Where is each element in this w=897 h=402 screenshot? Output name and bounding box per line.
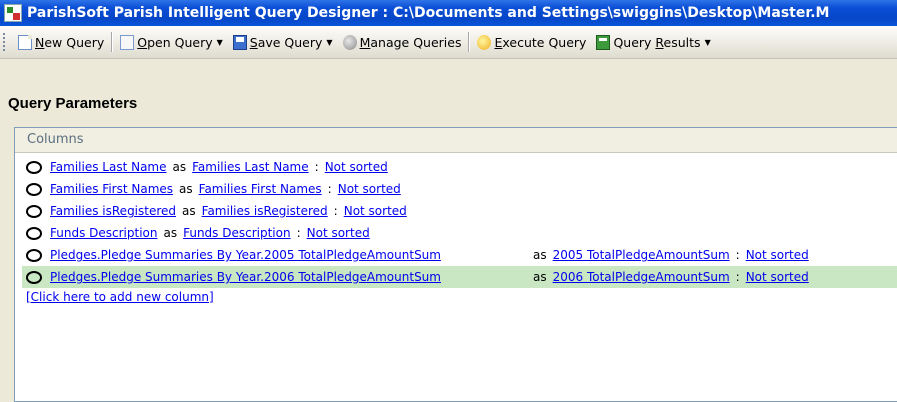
save-query-label: Save Query — [249, 34, 323, 50]
colon-separator: : — [735, 248, 740, 262]
field-link[interactable]: Pledges.Pledge Summaries By Year.2005 To… — [50, 248, 441, 262]
open-query-dropdown-icon[interactable]: ▼ — [217, 38, 223, 47]
row-radio[interactable] — [26, 160, 42, 174]
open-query-label: Open Query — [137, 34, 213, 50]
colon-separator: : — [735, 270, 740, 284]
field-link[interactable]: Families isRegistered — [50, 204, 176, 218]
column-rows: Families Last Name as Families Last Name… — [22, 156, 897, 306]
columns-header: Columns — [15, 128, 897, 153]
execute-query-button[interactable]: Execute Query — [472, 30, 591, 54]
columns-panel: Columns Families Last Name as Families L… — [14, 127, 897, 402]
new-document-icon — [18, 34, 32, 50]
colon-separator: : — [327, 182, 332, 196]
sort-link[interactable]: Not sorted — [325, 160, 388, 174]
colon-separator: : — [296, 226, 301, 240]
field-link[interactable]: Families First Names — [50, 182, 173, 196]
toolbar-grip[interactable] — [3, 33, 9, 51]
sort-link[interactable]: Not sorted — [307, 226, 370, 240]
alias-group: as 2006 TotalPledgeAmountSum : Not sorte… — [527, 270, 809, 284]
as-label: as — [179, 182, 193, 196]
sort-link[interactable]: Not sorted — [746, 248, 809, 262]
toolbar-separator — [468, 32, 471, 52]
sort-link[interactable]: Not sorted — [344, 204, 407, 218]
manage-queries-label: Manage Queries — [359, 34, 462, 50]
row-radio[interactable] — [26, 226, 42, 240]
column-row: Families First Names as Families First N… — [22, 178, 897, 200]
query-results-label: Query Results — [613, 34, 701, 50]
save-query-dropdown-icon[interactable]: ▼ — [326, 38, 332, 47]
column-row: Pledges.Pledge Summaries By Year.2005 To… — [22, 244, 897, 266]
row-radio[interactable] — [26, 270, 42, 284]
alias-group: as 2005 TotalPledgeAmountSum : Not sorte… — [527, 248, 809, 262]
new-query-button[interactable]: New Query — [13, 30, 109, 54]
execute-lightning-icon — [477, 34, 492, 50]
colon-separator: : — [314, 160, 319, 174]
alias-link[interactable]: 2005 TotalPledgeAmountSum — [553, 248, 730, 262]
field-link[interactable]: Pledges.Pledge Summaries By Year.2006 To… — [50, 270, 441, 284]
row-radio[interactable] — [26, 204, 42, 218]
save-disk-icon — [232, 34, 247, 50]
save-query-button[interactable]: Save Query ▼ — [228, 30, 338, 54]
alias-link[interactable]: Families Last Name — [192, 160, 309, 174]
sort-link[interactable]: Not sorted — [338, 182, 401, 196]
query-results-dropdown-icon[interactable]: ▼ — [705, 38, 711, 47]
field-link[interactable]: Families Last Name — [50, 160, 167, 174]
as-label: as — [172, 160, 187, 174]
open-query-button[interactable]: Open Query ▼ — [115, 30, 228, 54]
row-radio[interactable] — [26, 182, 42, 196]
as-label: as — [182, 204, 196, 218]
open-document-icon — [120, 34, 135, 50]
column-row-selected: Pledges.Pledge Summaries By Year.2006 To… — [22, 266, 897, 288]
query-results-button[interactable]: Query Results ▼ — [591, 30, 715, 54]
as-label: as — [163, 226, 178, 240]
sort-link[interactable]: Not sorted — [746, 270, 809, 284]
manage-gear-icon — [342, 34, 357, 50]
column-row: Funds Description as Funds Description :… — [22, 222, 897, 244]
row-radio[interactable] — [26, 248, 42, 262]
add-column-link[interactable]: [Click here to add new column] — [26, 290, 897, 306]
results-grid-icon — [596, 34, 611, 50]
main-toolbar: New Query Open Query ▼ Save Query ▼ Mana… — [0, 26, 897, 59]
alias-link[interactable]: Funds Description — [183, 226, 290, 240]
alias-link[interactable]: 2006 TotalPledgeAmountSum — [553, 270, 730, 284]
alias-link[interactable]: Families isRegistered — [202, 204, 328, 218]
title-bar: ParishSoft Parish Intelligent Query Desi… — [0, 0, 897, 26]
column-row: Families isRegistered as Families isRegi… — [22, 200, 897, 222]
alias-link[interactable]: Families First Names — [199, 182, 322, 196]
manage-queries-button[interactable]: Manage Queries — [338, 30, 467, 54]
section-title: Query Parameters — [8, 95, 138, 112]
app-icon — [4, 4, 22, 22]
window-title: ParishSoft Parish Intelligent Query Desi… — [27, 5, 830, 21]
as-label: as — [533, 270, 547, 284]
field-link[interactable]: Funds Description — [50, 226, 157, 240]
as-label: as — [533, 248, 547, 262]
toolbar-separator — [111, 32, 114, 52]
colon-separator: : — [333, 204, 338, 218]
new-query-label: New Query — [35, 34, 105, 50]
column-row: Families Last Name as Families Last Name… — [22, 156, 897, 178]
execute-query-label: Execute Query — [494, 34, 587, 50]
